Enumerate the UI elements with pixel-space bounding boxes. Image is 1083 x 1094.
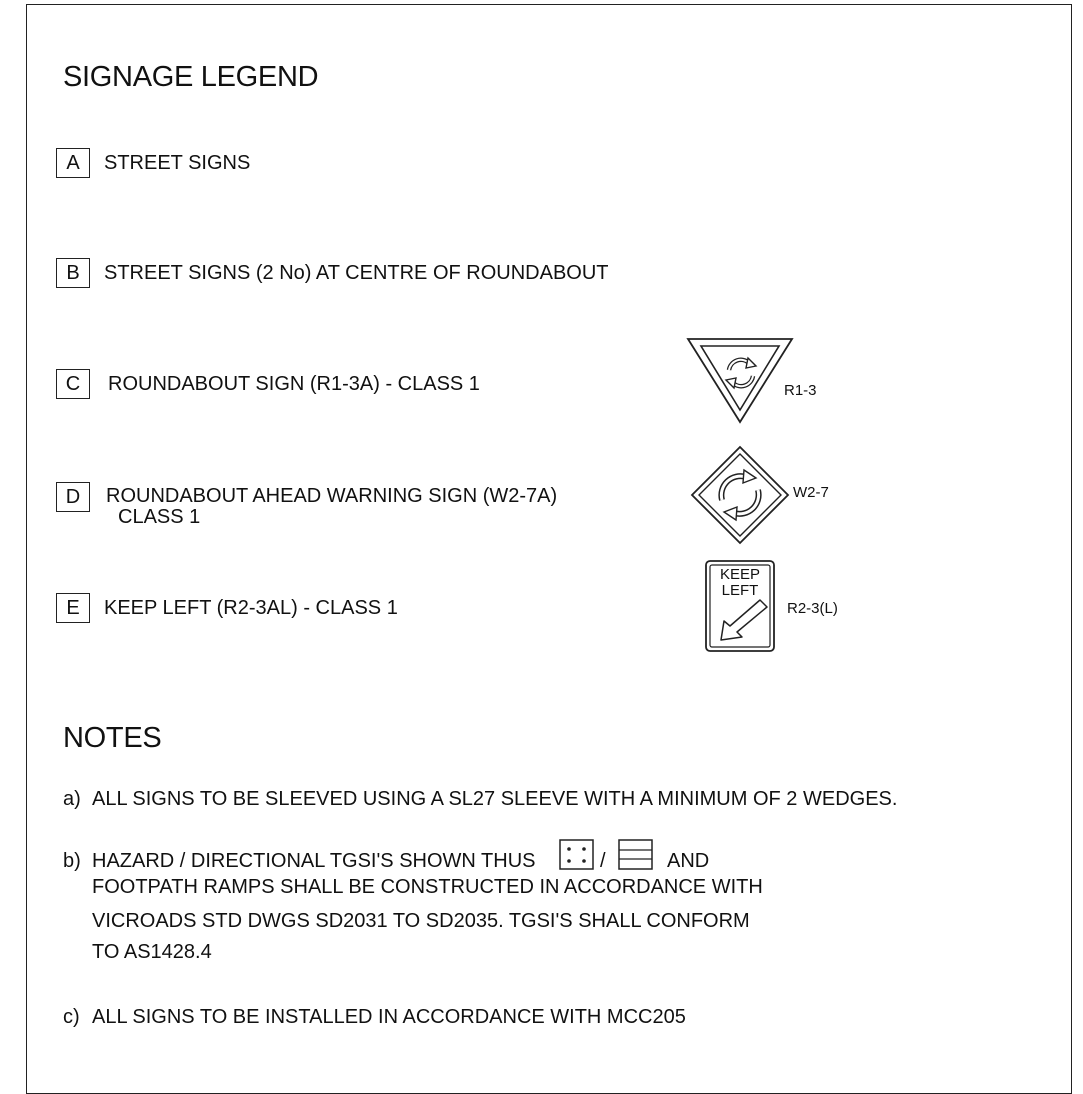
left-sign-text: LEFT xyxy=(722,582,759,599)
note-a-marker: a) xyxy=(63,788,81,810)
note-b-line2: FOOTPATH RAMPS SHALL BE CONSTRUCTED IN A… xyxy=(92,876,763,898)
sign-label-c: R1-3 xyxy=(784,382,817,399)
legend-text-d: ROUNDABOUT AHEAD WARNING SIGN (W2-7A) xyxy=(106,485,558,507)
hazard-tgsi-dots-icon xyxy=(559,839,594,870)
note-b-line1: HAZARD / DIRECTIONAL TGSI'S SHOWN THUS xyxy=(92,850,536,872)
sign-label-d: W2-7 xyxy=(793,484,829,501)
sign-label-e: R2-3(L) xyxy=(787,600,838,617)
legend-text-b: STREET SIGNS (2 No) AT CENTRE OF ROUNDAB… xyxy=(104,262,609,284)
note-c-marker: c) xyxy=(63,1006,80,1028)
keep-sign-text: KEEP xyxy=(720,566,760,583)
notes-title: NOTES xyxy=(63,722,162,754)
legend-code-b: B xyxy=(56,258,90,288)
legend-code-d: D xyxy=(56,482,90,512)
note-b-line3: VICROADS STD DWGS SD2031 TO SD2035. TGSI… xyxy=(92,910,750,932)
keep-left-sign-icon: KEEP LEFT xyxy=(705,560,775,652)
legend-text-e: KEEP LEFT (R2-3AL) - CLASS 1 xyxy=(104,597,398,619)
note-c-text: ALL SIGNS TO BE INSTALLED IN ACCORDANCE … xyxy=(92,1006,686,1028)
note-a-text: ALL SIGNS TO BE SLEEVED USING A SL27 SLE… xyxy=(92,788,898,810)
note-b-marker: b) xyxy=(63,850,81,872)
legend-text-a: STREET SIGNS xyxy=(104,152,251,174)
roundabout-give-way-triangle-icon xyxy=(686,338,794,424)
roundabout-ahead-diamond-icon xyxy=(690,445,790,545)
legend-title: SIGNAGE LEGEND xyxy=(63,61,319,93)
note-b-and: AND xyxy=(667,850,710,872)
directional-tgsi-lines-icon xyxy=(618,839,653,870)
legend-code-a: A xyxy=(56,148,90,178)
legend-code-e: E xyxy=(56,593,90,623)
note-b-line4: TO AS1428.4 xyxy=(92,941,212,963)
legend-text-c: ROUNDABOUT SIGN (R1-3A) - CLASS 1 xyxy=(108,373,480,395)
legend-text-d-line2: CLASS 1 xyxy=(118,506,201,528)
legend-code-c: C xyxy=(56,369,90,399)
note-b-separator: / xyxy=(600,850,606,872)
